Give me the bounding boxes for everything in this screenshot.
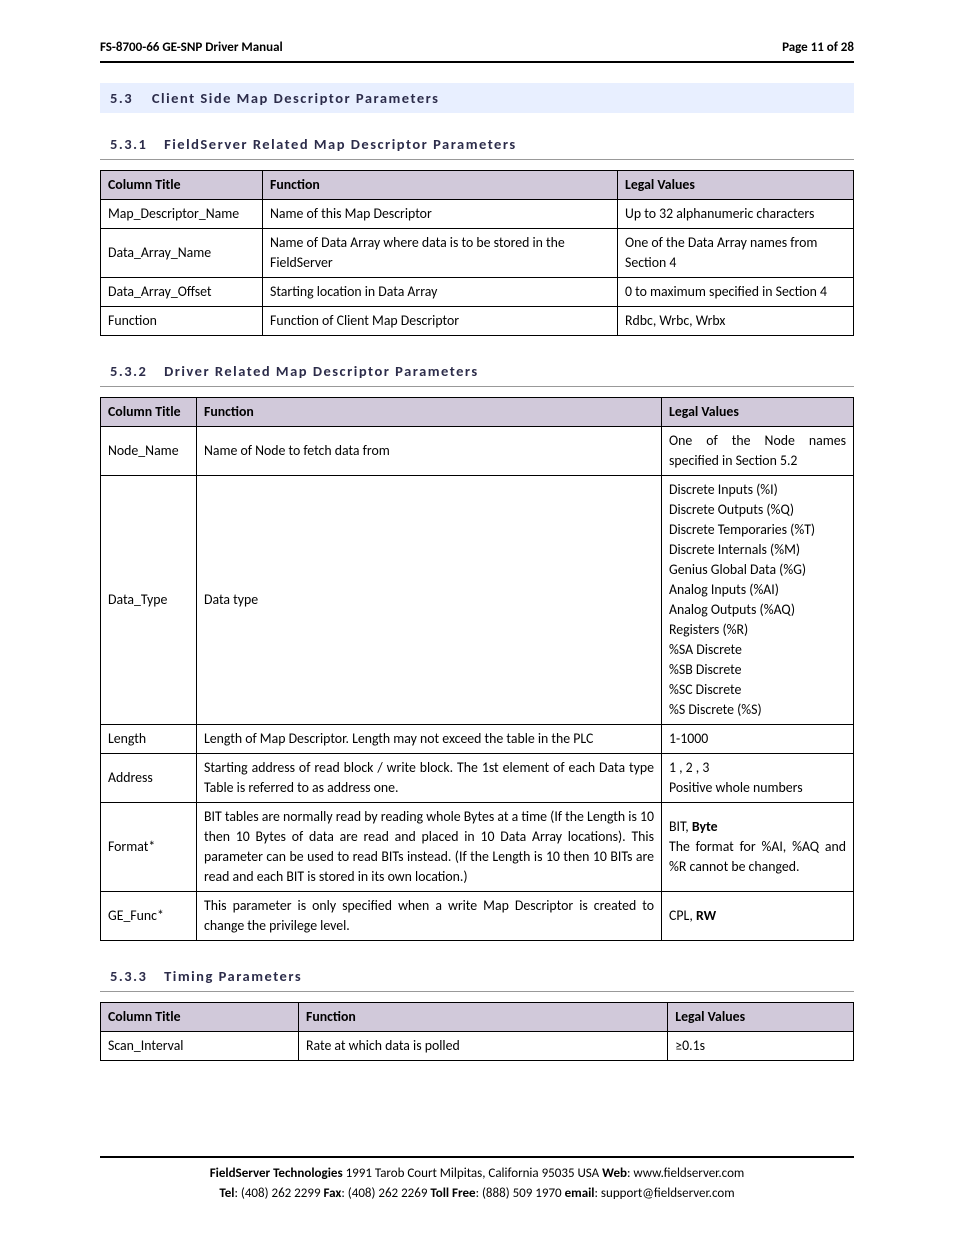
cell: Rdbc, Wrbc, Wrbx	[618, 307, 854, 336]
section-5-3-2-heading: 5.3.2 Driver Related Map Descriptor Para…	[100, 358, 854, 387]
col-header: Function	[197, 398, 662, 427]
subsection-title: Driver Related Map Descriptor Parameters	[164, 362, 479, 380]
section-number: 5.3	[110, 89, 133, 107]
cell: BIT, Byte The format for %AI, %AQ and %R…	[662, 803, 854, 892]
table-header-row: Column Title Function Legal Values	[101, 398, 854, 427]
cell: Format*	[101, 803, 197, 892]
col-header: Legal Values	[668, 1003, 854, 1032]
subsection-title: Timing Parameters	[164, 967, 302, 985]
legal-value-item: Genius Global Data (%G)	[669, 560, 846, 580]
table-row: Map_Descriptor_Name Name of this Map Des…	[101, 200, 854, 229]
section-5-3-1-heading: 5.3.1 FieldServer Related Map Descriptor…	[100, 131, 854, 160]
cell: CPL, RW	[662, 892, 854, 941]
table-row: Data_Type Data type Discrete Inputs (%I)…	[101, 476, 854, 725]
table-row: Node_Name Name of Node to fetch data fro…	[101, 427, 854, 476]
cell: GE_Func*	[101, 892, 197, 941]
footer-line-2: Tel: (408) 262 2299 Fax: (408) 262 2269 …	[100, 1184, 854, 1204]
cell: Data_Type	[101, 476, 197, 725]
cell: ≥0.1s	[668, 1032, 854, 1061]
legal-value-item: Discrete Outputs (%Q)	[669, 500, 846, 520]
cell: Starting location in Data Array	[263, 278, 618, 307]
legal-value-item: Discrete Inputs (%I)	[669, 480, 846, 500]
col-header: Column Title	[101, 1003, 299, 1032]
legal-value-item: Positive whole numbers	[669, 778, 846, 798]
section-5-3-heading: 5.3 Client Side Map Descriptor Parameter…	[100, 83, 854, 113]
table-row: Address Starting address of read block /…	[101, 754, 854, 803]
header-left: FS-8700-66 GE-SNP Driver Manual	[100, 40, 283, 55]
page-footer: FieldServer Technologies 1991 Tarob Cour…	[100, 1156, 854, 1203]
cell: Name of Data Array where data is to be s…	[263, 229, 618, 278]
table-header-row: Column Title Function Legal Values	[101, 171, 854, 200]
legal-value-item: 1 , 2 , 3	[669, 758, 846, 778]
section-5-3-3-heading: 5.3.3 Timing Parameters	[100, 963, 854, 992]
cell: One of the Data Array names from Section…	[618, 229, 854, 278]
cell: Length of Map Descriptor. Length may not…	[197, 725, 662, 754]
legal-value-item: Discrete Internals (%M)	[669, 540, 846, 560]
table-row: Data_Array_Offset Starting location in D…	[101, 278, 854, 307]
legal-value-item: Analog Outputs (%AQ)	[669, 600, 846, 620]
col-header: Function	[263, 171, 618, 200]
cell: Data type	[197, 476, 662, 725]
col-header: Legal Values	[618, 171, 854, 200]
table-row: Format* BIT tables are normally read by …	[101, 803, 854, 892]
cell: Name of Node to fetch data from	[197, 427, 662, 476]
section-title: Client Side Map Descriptor Parameters	[152, 89, 440, 107]
table-row: GE_Func* This parameter is only specifie…	[101, 892, 854, 941]
cell: Data_Array_Offset	[101, 278, 263, 307]
cell: Length	[101, 725, 197, 754]
page-header: FS-8700-66 GE-SNP Driver Manual Page 11 …	[100, 40, 854, 63]
col-header: Column Title	[101, 171, 263, 200]
table-5-3-2: Column Title Function Legal Values Node_…	[100, 397, 854, 941]
cell: Node_Name	[101, 427, 197, 476]
cell: Discrete Inputs (%I) Discrete Outputs (%…	[662, 476, 854, 725]
footer-line-1: FieldServer Technologies 1991 Tarob Cour…	[100, 1164, 854, 1184]
subsection-title: FieldServer Related Map Descriptor Param…	[164, 135, 517, 153]
cell: Function	[101, 307, 263, 336]
legal-value-item: Registers (%R)	[669, 620, 846, 640]
cell: Scan_Interval	[101, 1032, 299, 1061]
legal-value-item: The format for %AI, %AQ and %R cannot be…	[669, 837, 846, 877]
table-row: Length Length of Map Descriptor. Length …	[101, 725, 854, 754]
cell: Map_Descriptor_Name	[101, 200, 263, 229]
subsection-number: 5.3.1	[110, 135, 147, 153]
col-header: Column Title	[101, 398, 197, 427]
cell: Address	[101, 754, 197, 803]
cell: Rate at which data is polled	[299, 1032, 668, 1061]
col-header: Function	[299, 1003, 668, 1032]
cell: Data_Array_Name	[101, 229, 263, 278]
cell: This parameter is only specified when a …	[197, 892, 662, 941]
cell: Up to 32 alphanumeric characters	[618, 200, 854, 229]
col-header: Legal Values	[662, 398, 854, 427]
table-5-3-1: Column Title Function Legal Values Map_D…	[100, 170, 854, 336]
cell: 0 to maximum specified in Section 4	[618, 278, 854, 307]
subsection-number: 5.3.2	[110, 362, 147, 380]
table-row: Function Function of Client Map Descript…	[101, 307, 854, 336]
table-row: Scan_Interval Rate at which data is poll…	[101, 1032, 854, 1061]
cell: One of the Node names specified in Secti…	[662, 427, 854, 476]
table-header-row: Column Title Function Legal Values	[101, 1003, 854, 1032]
cell: 1-1000	[662, 725, 854, 754]
cell: Starting address of read block / write b…	[197, 754, 662, 803]
legal-value-item: CPL,	[669, 907, 696, 924]
legal-value-item: %SC Discrete	[669, 680, 846, 700]
cell: 1 , 2 , 3 Positive whole numbers	[662, 754, 854, 803]
subsection-number: 5.3.3	[110, 967, 147, 985]
legal-value-item: %SA Discrete	[669, 640, 846, 660]
header-right: Page 11 of 28	[782, 40, 854, 55]
table-row: Data_Array_Name Name of Data Array where…	[101, 229, 854, 278]
table-5-3-3: Column Title Function Legal Values Scan_…	[100, 1002, 854, 1061]
cell: BIT tables are normally read by reading …	[197, 803, 662, 892]
legal-value-item: BIT, Byte	[669, 817, 846, 837]
legal-value-item: Analog Inputs (%AI)	[669, 580, 846, 600]
legal-value-bold: RW	[696, 907, 716, 924]
legal-value-item: %S Discrete (%S)	[669, 700, 846, 720]
legal-value-item: Discrete Temporaries (%T)	[669, 520, 846, 540]
cell: Function of Client Map Descriptor	[263, 307, 618, 336]
cell: Name of this Map Descriptor	[263, 200, 618, 229]
legal-value-item: %SB Discrete	[669, 660, 846, 680]
